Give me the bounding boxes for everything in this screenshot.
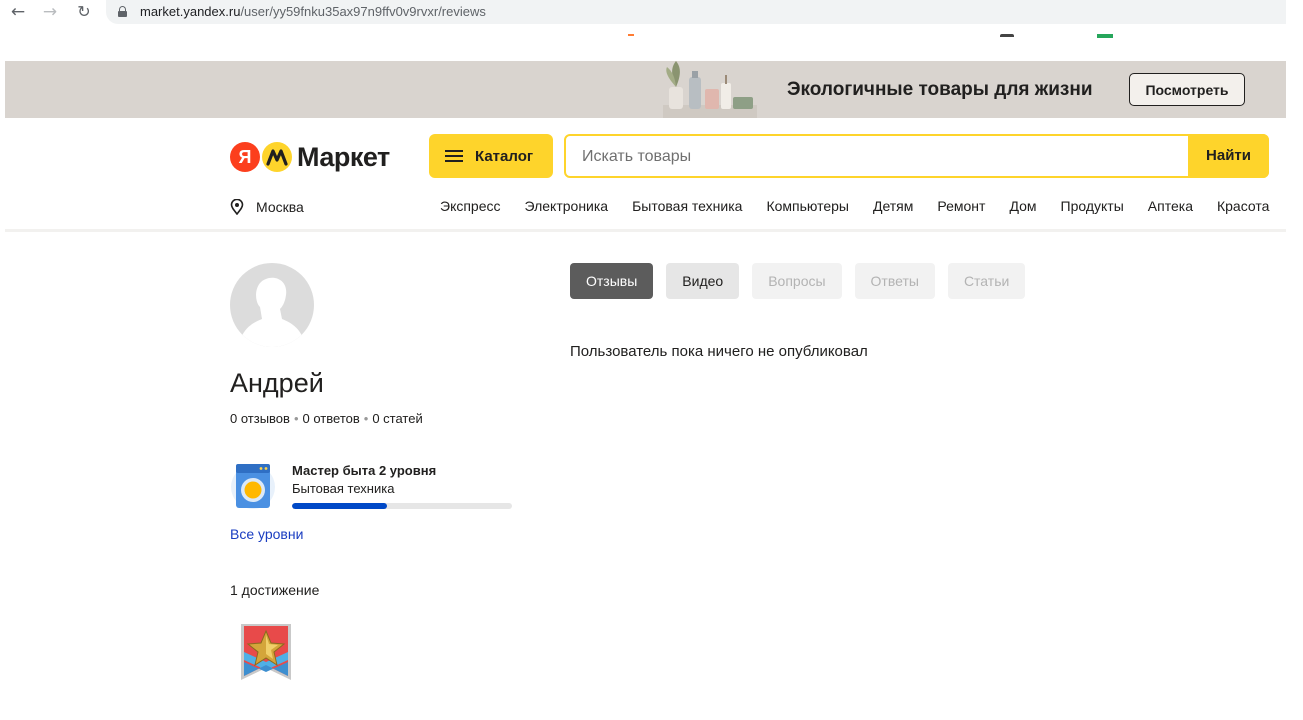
reviews-count: 0 отзывов [230,411,290,426]
user-name: Андрей [230,368,324,398]
achievements-title: 1 достижение [230,582,320,598]
reload-icon[interactable]: ↻ [74,2,94,22]
empty-state-message: Пользователь пока ничего не опубликовал [570,343,868,360]
category-link[interactable]: Экспресс [440,198,501,214]
category-link[interactable]: Компьютеры [766,198,849,214]
category-link[interactable]: Красота [1217,198,1269,214]
user-level-card[interactable]: Мастер быта 2 уровня Бытовая техника [230,460,520,514]
lock-icon [118,6,127,17]
tab-video[interactable]: Видео [666,263,740,299]
tab-questions[interactable]: Вопросы [752,263,842,299]
category-link[interactable]: Продукты [1061,198,1124,214]
region-label: Москва [256,199,304,215]
category-link[interactable]: Детям [873,198,913,214]
banner-view-button[interactable]: Посмотреть [1129,73,1245,106]
forward-arrow-icon[interactable]: → [40,2,60,22]
header-decor-mark [628,34,634,36]
header-divider [5,229,1286,232]
category-link[interactable]: Аптека [1148,198,1193,214]
category-nav: Экспресс Электроника Бытовая техника Ком… [440,198,1293,214]
all-levels-link[interactable]: Все уровни [230,526,303,542]
catalog-label: Каталог [475,147,534,165]
logo-ya-circle: Я [230,142,260,172]
header-decor-mark [1000,34,1014,37]
content-tabs: Отзывы Видео Вопросы Ответы Статьи [570,263,1038,299]
separator-dot: • [293,411,299,426]
category-link[interactable]: Дом [1009,198,1036,214]
achievement-star-badge-icon[interactable] [238,622,294,682]
url-text: market.yandex.ru/user/yy59fnku35ax97n9ff… [140,4,486,19]
tab-answers[interactable]: Ответы [854,263,935,299]
level-category: Бытовая техника [292,481,395,496]
promo-banner[interactable]: Экологичные товары для жизни Посмотреть [5,61,1286,118]
user-stats: 0 отзывов • 0 ответов • 0 статей [230,411,423,426]
level-title: Мастер быта 2 уровня [292,463,437,478]
answers-count: 0 ответов [302,411,360,426]
header-decor-mark [1097,34,1113,38]
region-selector[interactable]: Москва [230,197,304,217]
logo-text: Маркет [297,141,390,172]
washing-machine-icon [231,464,275,509]
search-box: Найти [564,134,1269,178]
url-host: market.yandex.ru [140,4,241,19]
address-bar[interactable]: market.yandex.ru/user/yy59fnku35ax97n9ff… [106,0,1286,24]
browser-toolbar: ← → ↻ market.yandex.ru/user/yy59fnku35ax… [0,0,1303,24]
category-link[interactable]: Ремонт [937,198,985,214]
url-path: /user/yy59fnku35ax97n9ffv0v9rvxr/reviews [240,4,486,19]
back-arrow-icon[interactable]: ← [8,2,28,22]
eco-products-illustration [663,61,757,118]
level-progress-fill [292,503,387,509]
search-input[interactable] [582,146,1182,168]
catalog-button[interactable]: Каталог [429,134,553,178]
menu-icon [445,150,463,162]
user-silhouette-icon [238,277,306,347]
tab-articles[interactable]: Статьи [947,263,1026,299]
tab-reviews[interactable]: Отзывы [570,263,654,299]
articles-count: 0 статей [372,411,423,426]
avatar [230,263,314,347]
location-pin-icon [230,199,244,215]
level-progress-bar [292,503,512,509]
market-logo[interactable]: Я Маркет [230,139,390,175]
search-button[interactable]: Найти [1188,134,1269,178]
banner-title: Экологичные товары для жизни [787,79,1093,100]
separator-dot: • [363,411,369,426]
logo-m-mark-icon [262,142,292,172]
category-link[interactable]: Бытовая техника [632,198,742,214]
category-link[interactable]: Электроника [525,198,609,214]
